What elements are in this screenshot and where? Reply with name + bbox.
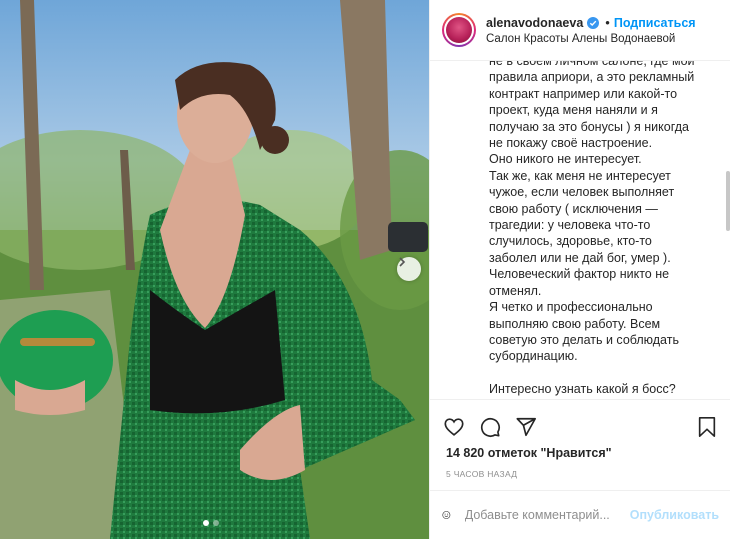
post-panel: alenavodonaeva • Подписаться Салон Красо… [429,0,730,539]
comment-icon [480,417,500,437]
likes-count[interactable]: 14 820 отметок "Нравится" [446,446,612,460]
emoji-icon[interactable] [442,503,451,527]
share-icon [516,417,536,437]
like-button[interactable] [442,415,466,439]
bookmark-icon [698,417,716,437]
photo-illustration [0,0,429,539]
follow-button[interactable]: Подписаться [614,16,696,30]
heart-icon [444,418,464,436]
share-button[interactable] [514,415,538,439]
caption-text: не в своём личном салоне, где мои правил… [489,61,695,399]
scrollbar[interactable] [725,61,730,399]
chevron-right-icon [399,257,406,267]
location-link[interactable]: Салон Красоты Алены Водонаевой [486,33,696,45]
username-link[interactable]: alenavodonaeva [486,16,583,30]
post-header: alenavodonaeva • Подписаться Салон Красо… [430,0,730,61]
publish-button[interactable]: Опубликовать [630,508,719,522]
save-button[interactable] [695,415,719,439]
post-timestamp[interactable]: 5 ЧАСОВ НАЗАД [446,469,517,479]
avatar[interactable] [442,13,476,47]
carousel-dots [203,520,219,526]
comment-button[interactable] [478,415,502,439]
comment-input[interactable] [464,508,626,522]
separator-dot: • [605,15,610,30]
post-photo[interactable] [0,0,429,539]
scrollbar-thumb[interactable] [726,171,730,231]
verified-badge-icon [587,16,600,29]
carousel-dot [203,520,209,526]
action-bar [430,409,730,445]
comment-bar: Опубликовать [430,490,730,539]
carousel-dot [213,520,219,526]
carousel-next-button[interactable] [397,257,421,281]
caption-scroll-area[interactable]: не в своём личном салоне, где мои правил… [430,61,730,400]
